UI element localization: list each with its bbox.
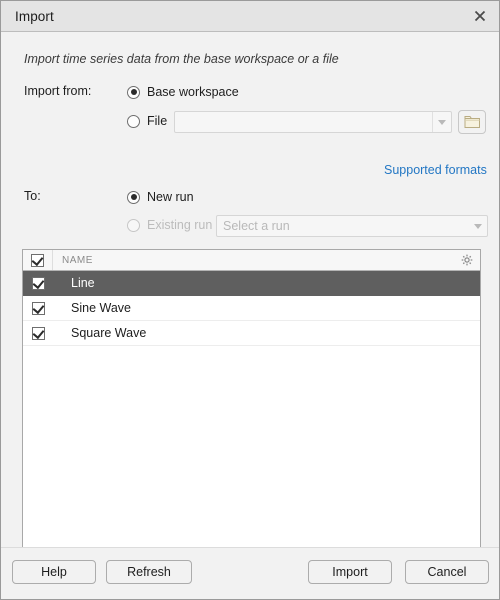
variables-table: NAME Line Sine Wave Square Wave: [22, 249, 481, 562]
row-name: Sine Wave: [71, 301, 131, 315]
radio-existing-run: Existing run: [127, 216, 212, 234]
row-checkbox-cell[interactable]: [23, 321, 53, 345]
table-header: NAME: [23, 250, 480, 271]
close-icon[interactable]: [467, 4, 493, 28]
dialog-titlebar: Import: [1, 1, 499, 32]
supported-formats-link[interactable]: Supported formats: [384, 163, 487, 177]
to-label: To:: [24, 189, 41, 203]
radio-base-workspace-label[interactable]: Base workspace: [147, 85, 239, 99]
dialog-body: Import time series data from the base wo…: [1, 32, 499, 562]
existing-run-combobox: Select a run: [216, 215, 488, 237]
cancel-button[interactable]: Cancel: [405, 560, 489, 584]
row-checkbox-cell[interactable]: [23, 271, 53, 295]
import-from-label: Import from:: [24, 84, 92, 98]
radio-new-run-label[interactable]: New run: [147, 190, 194, 204]
column-header-name[interactable]: NAME: [53, 255, 454, 266]
radio-existing-run-label: Existing run: [147, 218, 213, 232]
row-checkbox[interactable]: [31, 326, 45, 340]
table-row[interactable]: Square Wave: [23, 321, 480, 346]
refresh-button[interactable]: Refresh: [106, 560, 192, 584]
row-checkbox-cell[interactable]: [23, 296, 53, 320]
dialog-footer: Help Refresh Import Cancel: [1, 547, 499, 599]
gear-icon[interactable]: [454, 254, 480, 266]
table-row[interactable]: Sine Wave: [23, 296, 480, 321]
radio-new-run[interactable]: New run: [127, 188, 194, 206]
chevron-down-icon: [468, 216, 487, 236]
radio-new-run-indicator[interactable]: [127, 190, 140, 204]
browse-folder-button[interactable]: [458, 110, 486, 134]
radio-file-label[interactable]: File: [147, 114, 167, 128]
dialog-title: Import: [15, 8, 54, 24]
select-all-checkbox[interactable]: [31, 253, 44, 267]
file-path-combobox[interactable]: [174, 111, 452, 133]
dialog-subtitle: Import time series data from the base wo…: [24, 52, 339, 66]
import-dialog: Import Import time series data from the …: [0, 0, 500, 600]
row-checkbox[interactable]: [31, 301, 45, 315]
row-checkbox[interactable]: [31, 276, 45, 290]
row-name: Square Wave: [71, 326, 147, 340]
import-button[interactable]: Import: [308, 560, 392, 584]
row-name: Line: [71, 276, 95, 290]
radio-base-workspace[interactable]: Base workspace: [127, 83, 239, 101]
radio-file-indicator[interactable]: [127, 114, 140, 128]
chevron-down-icon[interactable]: [432, 112, 451, 132]
radio-base-workspace-indicator[interactable]: [127, 85, 140, 99]
existing-run-value: Select a run: [223, 219, 290, 233]
table-body: Line Sine Wave Square Wave: [23, 271, 480, 561]
table-row[interactable]: Line: [23, 271, 480, 296]
radio-file[interactable]: File: [127, 112, 167, 130]
select-all-checkbox-cell[interactable]: [23, 250, 53, 270]
radio-existing-run-indicator: [127, 218, 140, 232]
help-button[interactable]: Help: [12, 560, 96, 584]
